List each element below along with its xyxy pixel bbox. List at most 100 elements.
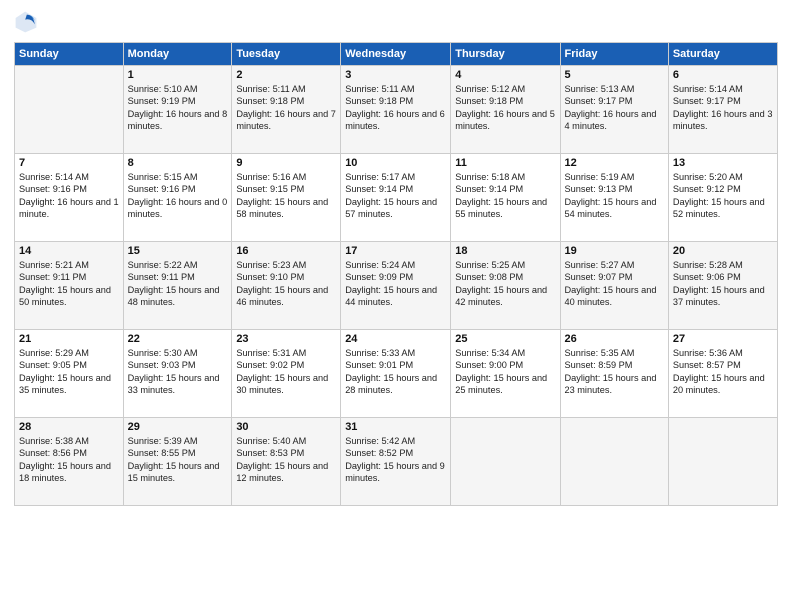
- day-number: 8: [128, 157, 228, 169]
- calendar-week-row: 28 Sunrise: 5:38 AMSunset: 8:56 PMDayligh…: [15, 418, 778, 506]
- header-row: SundayMondayTuesdayWednesdayThursdayFrid…: [15, 43, 778, 66]
- day-info: Sunrise: 5:29 AMSunset: 9:05 PMDaylight:…: [19, 347, 119, 397]
- day-number: 27: [673, 333, 773, 345]
- day-info: Sunrise: 5:11 AMSunset: 9:18 PMDaylight:…: [345, 83, 446, 133]
- day-info: Sunrise: 5:36 AMSunset: 8:57 PMDaylight:…: [673, 347, 773, 397]
- header-day: Wednesday: [341, 43, 451, 66]
- day-number: 5: [565, 69, 664, 81]
- calendar-cell: 19 Sunrise: 5:27 AMSunset: 9:07 PMDayligh…: [560, 242, 668, 330]
- calendar-cell: 17 Sunrise: 5:24 AMSunset: 9:09 PMDayligh…: [341, 242, 451, 330]
- calendar-cell: 18Sunrise: 5:25 AMSunset: 9:08 PMDayligh…: [451, 242, 560, 330]
- calendar-cell: 28 Sunrise: 5:38 AMSunset: 8:56 PMDayligh…: [15, 418, 124, 506]
- day-number: 15: [128, 245, 228, 257]
- day-info: Sunrise: 5:19 AMSunset: 9:13 PMDaylight:…: [565, 171, 664, 221]
- day-info: Sunrise: 5:31 AMSunset: 9:02 PMDaylight:…: [236, 347, 336, 397]
- calendar-week-row: 1 Sunrise: 5:10 AMSunset: 9:19 PMDaylight…: [15, 66, 778, 154]
- calendar-week-row: 14 Sunrise: 5:21 AMSunset: 9:11 PMDayligh…: [15, 242, 778, 330]
- day-info: Sunrise: 5:30 AMSunset: 9:03 PMDaylight:…: [128, 347, 228, 397]
- calendar-cell: 2Sunrise: 5:11 AMSunset: 9:18 PMDaylight…: [232, 66, 341, 154]
- calendar-cell: [560, 418, 668, 506]
- calendar-table: SundayMondayTuesdayWednesdayThursdayFrid…: [14, 42, 778, 506]
- calendar-cell: 23 Sunrise: 5:31 AMSunset: 9:02 PMDayligh…: [232, 330, 341, 418]
- day-number: 21: [19, 333, 119, 345]
- day-info: Sunrise: 5:27 AMSunset: 9:07 PMDaylight:…: [565, 259, 664, 309]
- day-number: 11: [455, 157, 555, 169]
- header-day: Thursday: [451, 43, 560, 66]
- calendar-cell: 13 Sunrise: 5:20 AMSunset: 9:12 PMDayligh…: [668, 154, 777, 242]
- day-info: Sunrise: 5:39 AMSunset: 8:55 PMDaylight:…: [128, 435, 228, 485]
- calendar-cell: 7 Sunrise: 5:14 AMSunset: 9:16 PMDaylight…: [15, 154, 124, 242]
- day-info: Sunrise: 5:11 AMSunset: 9:18 PMDaylight:…: [236, 83, 336, 133]
- day-info: Sunrise: 5:14 AMSunset: 9:17 PMDaylight:…: [673, 83, 773, 133]
- header-day: Friday: [560, 43, 668, 66]
- day-info: Sunrise: 5:13 AMSunset: 9:17 PMDaylight:…: [565, 83, 664, 133]
- day-number: 17: [345, 245, 446, 257]
- day-info: Sunrise: 5:16 AMSunset: 9:15 PMDaylight:…: [236, 171, 336, 221]
- day-info: Sunrise: 5:22 AMSunset: 9:11 PMDaylight:…: [128, 259, 228, 309]
- day-info: Sunrise: 5:12 AMSunset: 9:18 PMDaylight:…: [455, 83, 555, 133]
- header-day: Tuesday: [232, 43, 341, 66]
- day-number: 28: [19, 421, 119, 433]
- day-info: Sunrise: 5:23 AMSunset: 9:10 PMDaylight:…: [236, 259, 336, 309]
- day-info: Sunrise: 5:25 AMSunset: 9:08 PMDaylight:…: [455, 259, 555, 309]
- page: SundayMondayTuesdayWednesdayThursdayFrid…: [0, 0, 792, 612]
- calendar-cell: 21 Sunrise: 5:29 AMSunset: 9:05 PMDayligh…: [15, 330, 124, 418]
- day-info: Sunrise: 5:10 AMSunset: 9:19 PMDaylight:…: [128, 83, 228, 133]
- day-number: 1: [128, 69, 228, 81]
- day-info: Sunrise: 5:38 AMSunset: 8:56 PMDaylight:…: [19, 435, 119, 485]
- calendar-cell: 6 Sunrise: 5:14 AMSunset: 9:17 PMDaylight…: [668, 66, 777, 154]
- day-number: 19: [565, 245, 664, 257]
- day-info: Sunrise: 5:33 AMSunset: 9:01 PMDaylight:…: [345, 347, 446, 397]
- day-number: 14: [19, 245, 119, 257]
- calendar-cell: 16Sunrise: 5:23 AMSunset: 9:10 PMDayligh…: [232, 242, 341, 330]
- calendar-cell: 22 Sunrise: 5:30 AMSunset: 9:03 PMDayligh…: [123, 330, 232, 418]
- calendar-cell: 27 Sunrise: 5:36 AMSunset: 8:57 PMDayligh…: [668, 330, 777, 418]
- header-day: Saturday: [668, 43, 777, 66]
- calendar-cell: 20Sunrise: 5:28 AMSunset: 9:06 PMDayligh…: [668, 242, 777, 330]
- day-number: 24: [345, 333, 446, 345]
- day-info: Sunrise: 5:34 AMSunset: 9:00 PMDaylight:…: [455, 347, 555, 397]
- day-number: 10: [345, 157, 446, 169]
- calendar-cell: 5 Sunrise: 5:13 AMSunset: 9:17 PMDaylight…: [560, 66, 668, 154]
- calendar-cell: 15 Sunrise: 5:22 AMSunset: 9:11 PMDayligh…: [123, 242, 232, 330]
- day-number: 25: [455, 333, 555, 345]
- calendar-cell: 10Sunrise: 5:17 AMSunset: 9:14 PMDayligh…: [341, 154, 451, 242]
- calendar-cell: 14 Sunrise: 5:21 AMSunset: 9:11 PMDayligh…: [15, 242, 124, 330]
- day-number: 13: [673, 157, 773, 169]
- day-info: Sunrise: 5:42 AMSunset: 8:52 PMDaylight:…: [345, 435, 446, 485]
- header: [14, 10, 778, 34]
- day-info: Sunrise: 5:20 AMSunset: 9:12 PMDaylight:…: [673, 171, 773, 221]
- logo-icon: [14, 10, 38, 34]
- day-number: 7: [19, 157, 119, 169]
- calendar-cell: 24 Sunrise: 5:33 AMSunset: 9:01 PMDayligh…: [341, 330, 451, 418]
- day-number: 20: [673, 245, 773, 257]
- calendar-cell: 4 Sunrise: 5:12 AMSunset: 9:18 PMDaylight…: [451, 66, 560, 154]
- calendar-cell: 29Sunrise: 5:39 AMSunset: 8:55 PMDayligh…: [123, 418, 232, 506]
- day-number: 9: [236, 157, 336, 169]
- day-info: Sunrise: 5:24 AMSunset: 9:09 PMDaylight:…: [345, 259, 446, 309]
- day-info: Sunrise: 5:40 AMSunset: 8:53 PMDaylight:…: [236, 435, 336, 485]
- day-number: 31: [345, 421, 446, 433]
- header-day: Monday: [123, 43, 232, 66]
- day-number: 6: [673, 69, 773, 81]
- day-number: 26: [565, 333, 664, 345]
- day-info: Sunrise: 5:14 AMSunset: 9:16 PMDaylight:…: [19, 171, 119, 221]
- day-number: 30: [236, 421, 336, 433]
- calendar-cell: [668, 418, 777, 506]
- calendar-cell: [15, 66, 124, 154]
- day-info: Sunrise: 5:21 AMSunset: 9:11 PMDaylight:…: [19, 259, 119, 309]
- calendar-cell: 11Sunrise: 5:18 AMSunset: 9:14 PMDayligh…: [451, 154, 560, 242]
- calendar-cell: 31 Sunrise: 5:42 AMSunset: 8:52 PMDayligh…: [341, 418, 451, 506]
- day-number: 23: [236, 333, 336, 345]
- calendar-cell: 26Sunrise: 5:35 AMSunset: 8:59 PMDayligh…: [560, 330, 668, 418]
- calendar-cell: 9 Sunrise: 5:16 AMSunset: 9:15 PMDaylight…: [232, 154, 341, 242]
- day-info: Sunrise: 5:15 AMSunset: 9:16 PMDaylight:…: [128, 171, 228, 221]
- day-number: 4: [455, 69, 555, 81]
- day-number: 3: [345, 69, 446, 81]
- calendar-cell: 8 Sunrise: 5:15 AMSunset: 9:16 PMDaylight…: [123, 154, 232, 242]
- calendar-cell: 1 Sunrise: 5:10 AMSunset: 9:19 PMDaylight…: [123, 66, 232, 154]
- calendar-week-row: 7 Sunrise: 5:14 AMSunset: 9:16 PMDaylight…: [15, 154, 778, 242]
- day-number: 22: [128, 333, 228, 345]
- header-day: Sunday: [15, 43, 124, 66]
- calendar-cell: [451, 418, 560, 506]
